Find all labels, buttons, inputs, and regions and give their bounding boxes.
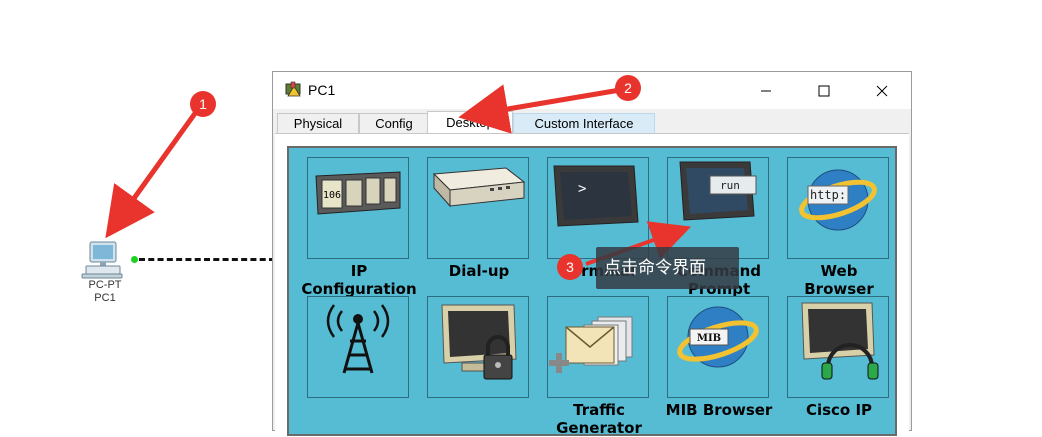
step-badge-1: 1 [190, 91, 216, 117]
arrow-1 [105, 110, 199, 239]
instruction-tooltip: 点击命令界面 [596, 247, 739, 289]
arrow-2 [458, 84, 621, 134]
step-badge-2: 2 [615, 75, 641, 101]
step-badge-3: 3 [557, 254, 583, 280]
annotation-arrows [105, 84, 692, 266]
